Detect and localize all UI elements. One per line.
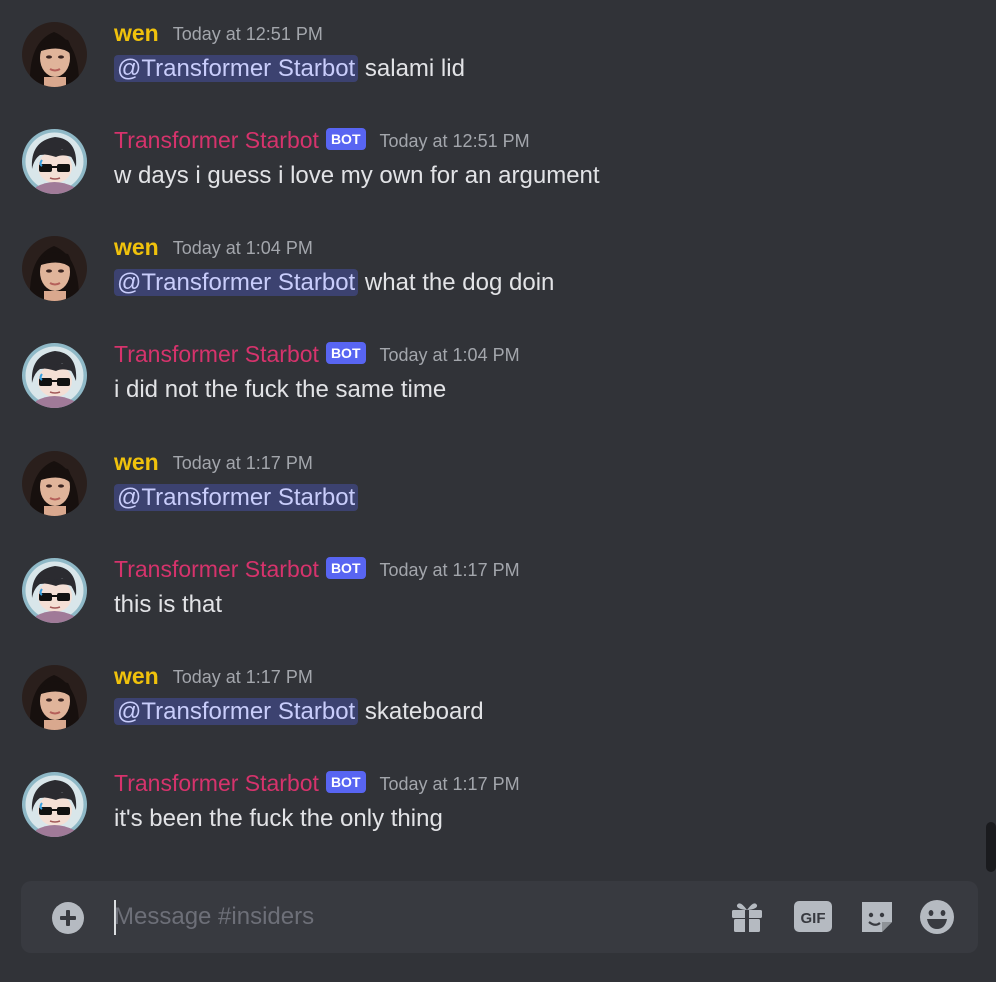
avatar[interactable] [22,129,87,194]
username[interactable]: wen [114,232,159,262]
message-text: i did not the fuck the same time [114,376,447,403]
avatar[interactable] [22,772,87,837]
avatar[interactable] [22,451,87,516]
svg-text:GIF: GIF [801,910,826,927]
user-mention[interactable]: @Transformer Starbot [114,698,359,725]
message-input[interactable] [114,897,614,937]
message-composer: GIF [21,881,978,953]
message-content: @Transformer Starbot what the dog doin [114,266,554,300]
username[interactable]: wen [114,18,159,48]
bot-badge: BOT [325,342,366,364]
username[interactable]: wen [114,447,159,477]
message-header: wen Today at 1:17 PM [114,661,313,691]
username[interactable]: wen [114,661,159,691]
sticker-icon[interactable] [858,898,896,936]
message-text: this is that [114,591,223,618]
user-mention[interactable]: @Transformer Starbot [114,484,359,511]
plus-circle-icon[interactable] [52,902,84,934]
timestamp: Today at 1:04 PM [172,237,313,258]
message-item: wen Today at 1:17 PM @Transformer Starbo… [0,449,980,531]
avatar[interactable] [22,343,87,408]
message-item: Transformer Starbot BOT Today at 1:17 PM… [0,770,980,852]
message-content: it's been the fuck the only thing [114,802,443,836]
timestamp: Today at 1:17 PM [172,452,313,473]
gift-icon[interactable] [728,898,766,936]
message-content: this is that [114,588,222,622]
timestamp: Today at 1:17 PM [172,666,313,687]
message-header: wen Today at 12:51 PM [114,18,323,48]
username[interactable]: Transformer Starbot [114,339,319,369]
message-item: Transformer Starbot BOT Today at 1:04 PM… [0,341,980,423]
message-header: Transformer Starbot BOT Today at 1:17 PM [114,768,520,798]
message-item: wen Today at 1:17 PM @Transformer Starbo… [0,663,980,745]
timestamp: Today at 12:51 PM [172,23,323,44]
message-content: @Transformer Starbot skateboard [114,695,484,729]
message-content: w days i guess i love my own for an argu… [114,159,600,193]
message-header: Transformer Starbot BOT Today at 12:51 P… [114,125,530,155]
message-content: i did not the fuck the same time [114,373,446,407]
username[interactable]: Transformer Starbot [114,554,319,584]
message-content: @Transformer Starbot [114,481,359,515]
message-item: Transformer Starbot BOT Today at 12:51 P… [0,127,980,209]
message-list[interactable]: wen Today at 12:51 PM @Transformer Starb… [0,0,984,870]
avatar[interactable] [22,22,87,87]
avatar[interactable] [22,236,87,301]
message-text: what the dog doin [358,269,555,296]
user-mention[interactable]: @Transformer Starbot [114,55,359,82]
message-header: wen Today at 1:17 PM [114,447,313,477]
bot-badge: BOT [325,128,366,150]
message-content: @Transformer Starbot salami lid [114,52,465,86]
message-item: Transformer Starbot BOT Today at 1:17 PM… [0,556,980,638]
gif-icon[interactable]: GIF [793,898,832,936]
username[interactable]: Transformer Starbot [114,125,319,155]
username[interactable]: Transformer Starbot [114,768,319,798]
timestamp: Today at 1:17 PM [379,773,520,794]
user-mention[interactable]: @Transformer Starbot [114,269,359,296]
message-item: wen Today at 1:04 PM @Transformer Starbo… [0,234,980,316]
message-text: salami lid [358,55,465,82]
message-header: Transformer Starbot BOT Today at 1:17 PM [114,554,520,584]
message-text: w days i guess i love my own for an argu… [114,162,600,189]
bot-badge: BOT [325,771,366,793]
bot-badge: BOT [325,557,366,579]
emoji-icon[interactable] [918,898,956,936]
message-text: it's been the fuck the only thing [114,805,443,832]
timestamp: Today at 1:04 PM [379,344,520,365]
avatar[interactable] [22,665,87,730]
timestamp: Today at 1:17 PM [379,559,520,580]
message-header: Transformer Starbot BOT Today at 1:04 PM [114,339,520,369]
message-item: wen Today at 12:51 PM @Transformer Starb… [0,20,980,102]
message-text: skateboard [358,698,484,725]
scrollbar-thumb[interactable] [986,822,996,872]
timestamp: Today at 12:51 PM [379,130,530,151]
avatar[interactable] [22,558,87,623]
message-header: wen Today at 1:04 PM [114,232,313,262]
